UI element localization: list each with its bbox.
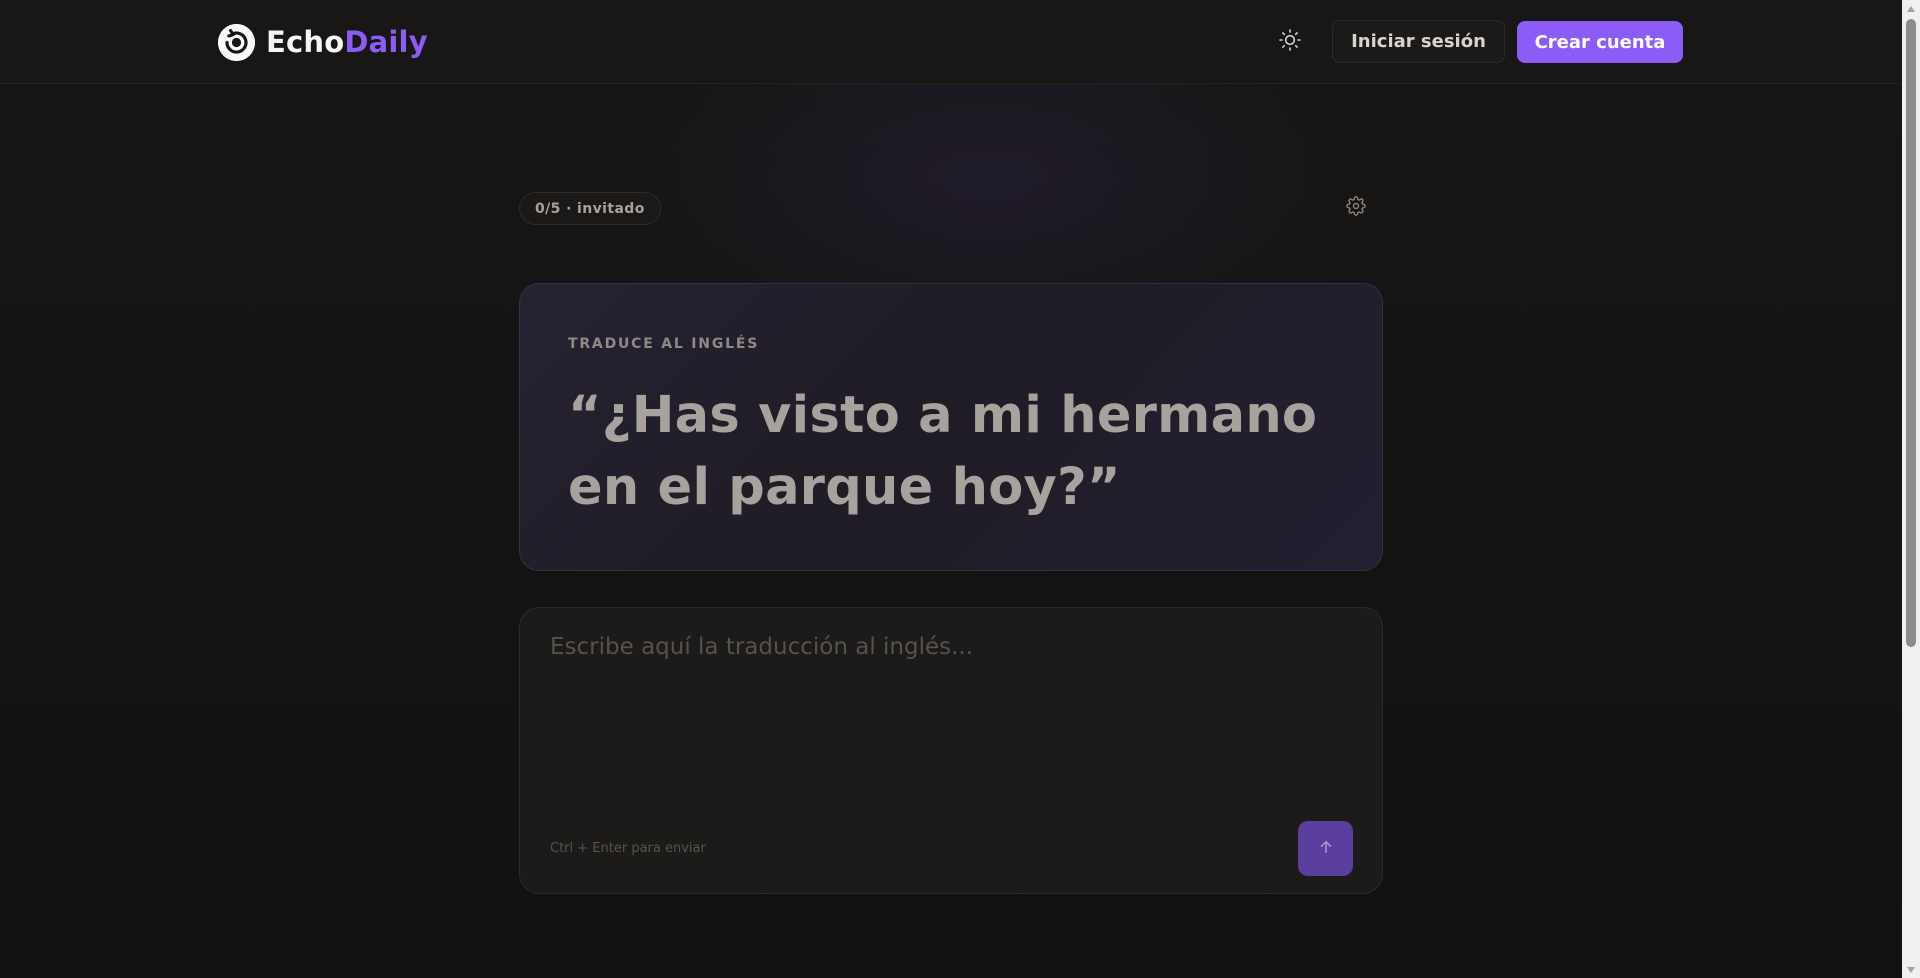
prompt-label: TRADUCE AL INGLÉS [568,336,760,352]
translation-input[interactable] [550,634,1350,784]
scroll-up-arrow-icon[interactable] [1902,0,1920,17]
theme-toggle-button[interactable] [1272,27,1308,57]
prompt-sentence: “¿Has visto a mi hermano en el parque ho… [568,386,1318,517]
brand-name-echo: Echo [266,25,345,59]
prompt-card: TRADUCE AL INGLÉS “¿Has visto a mi herma… [519,283,1383,571]
scroll-down-arrow-icon[interactable] [1902,961,1920,978]
sun-icon [1278,28,1302,56]
answer-card: Ctrl + Enter para enviar [519,607,1383,894]
submit-hint: Ctrl + Enter para enviar [550,841,706,856]
brand[interactable]: EchoDaily [218,22,428,62]
page: EchoDaily Iniciar sesión Crear cuenta 0/… [0,0,1920,978]
gear-icon [1346,196,1366,220]
settings-button[interactable] [1342,194,1370,222]
send-button[interactable] [1298,821,1353,876]
brand-name-daily: Daily [344,25,428,59]
login-button[interactable]: Iniciar sesión [1332,20,1505,63]
echo-logo-icon [218,23,255,61]
signup-button[interactable]: Crear cuenta [1517,21,1683,63]
top-header: EchoDaily Iniciar sesión Crear cuenta [0,0,1902,84]
session-counter-badge: 0/5 · invitado [519,192,661,225]
arrow-up-icon [1317,838,1335,860]
scrollbar-thumb[interactable] [1906,19,1916,647]
page-scrollbar[interactable] [1902,0,1920,978]
brand-name: EchoDaily [266,25,428,59]
